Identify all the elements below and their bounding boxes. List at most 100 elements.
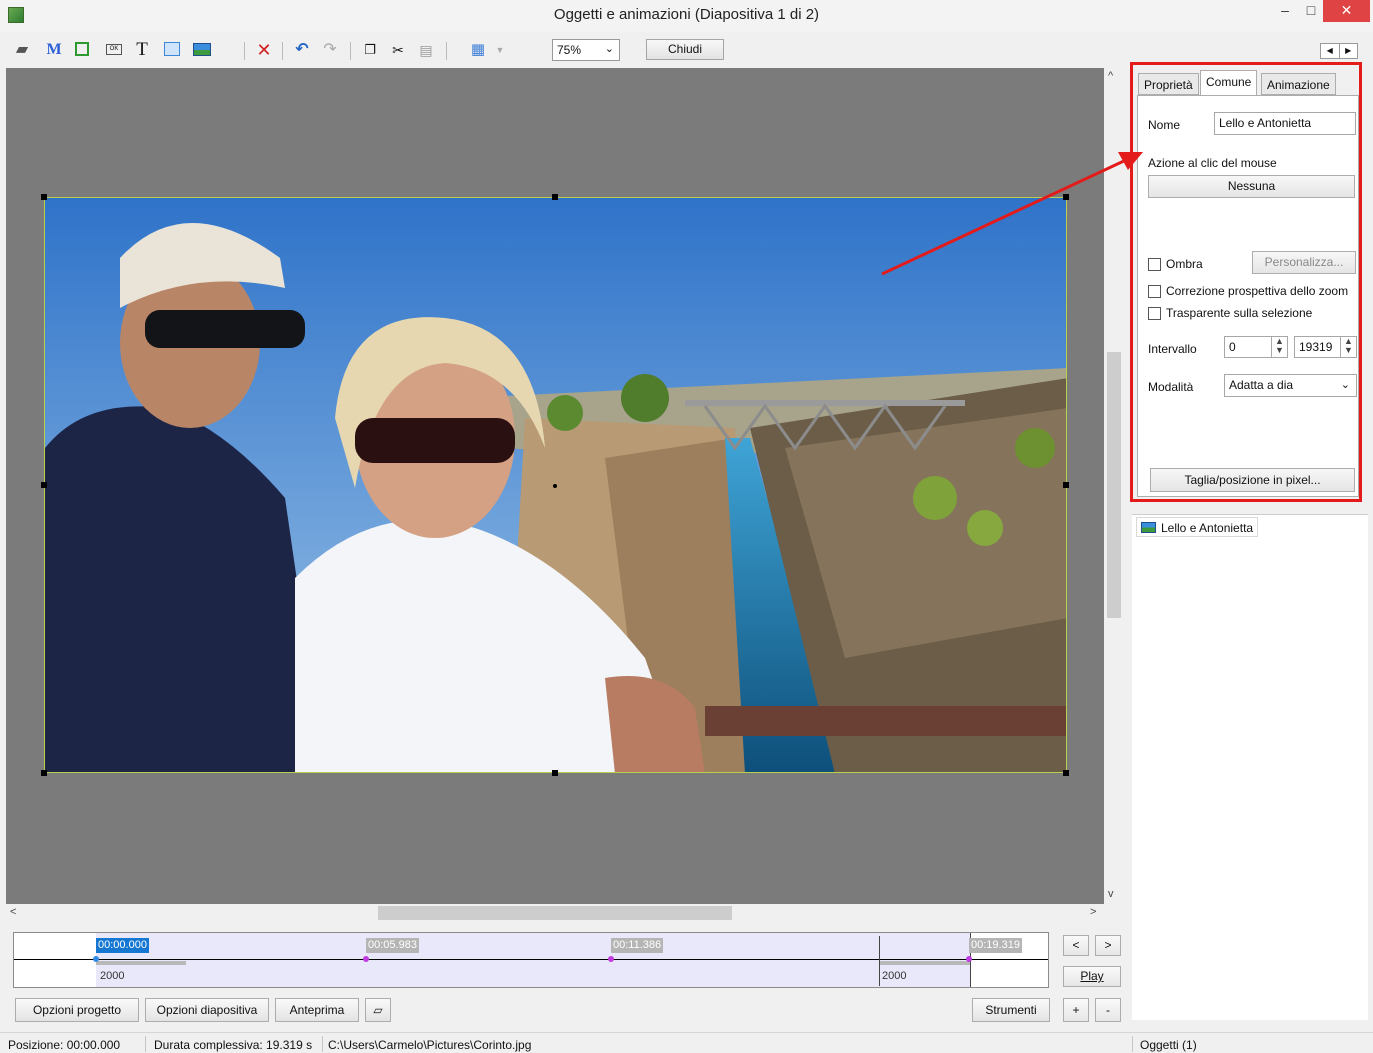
scroll-left-icon[interactable]: < xyxy=(10,906,16,918)
keyframe-marker[interactable] xyxy=(966,956,972,962)
mouse-action-label: Azione al clic del mouse xyxy=(1148,156,1277,170)
vertical-scroll-thumb[interactable] xyxy=(1107,352,1121,618)
tab-animazione[interactable]: Animazione xyxy=(1261,73,1336,95)
list-item[interactable]: Lello e Antonietta xyxy=(1136,517,1259,537)
status-bar: Posizione: 00:00.000 Durata complessiva:… xyxy=(0,1032,1373,1053)
current-time-marker[interactable]: 00:00.000 xyxy=(96,938,149,953)
timeline-slide-band xyxy=(96,933,970,987)
transparent-label: Trasparente sulla selezione xyxy=(1166,306,1313,320)
add-keyframe-button[interactable]: + xyxy=(1063,998,1089,1022)
text-icon[interactable]: T xyxy=(132,40,152,60)
scroll-down-icon[interactable]: v xyxy=(1108,888,1114,900)
title-bar: Oggetti e animazioni (Diapositiva 1 di 2… xyxy=(0,0,1373,32)
close-button[interactable]: Chiudi xyxy=(646,39,724,60)
keyframe-time[interactable]: 00:11.386 xyxy=(611,938,664,953)
zoom-perspective-checkbox[interactable] xyxy=(1148,285,1161,298)
tab-comune[interactable]: Comune xyxy=(1200,70,1258,96)
tools-button[interactable]: Strumenti xyxy=(972,998,1050,1022)
camera-icon[interactable]: ▰ xyxy=(12,40,32,60)
play-button[interactable]: Play xyxy=(1063,966,1121,987)
resize-handle-bottom[interactable] xyxy=(552,770,558,776)
resize-handle-top-left[interactable] xyxy=(41,194,47,200)
status-position: Posizione: 00:00.000 xyxy=(8,1038,121,1052)
properties-panel: Proprietà Comune Animazione Nome Lello e… xyxy=(1130,62,1362,502)
transparent-checkbox[interactable] xyxy=(1148,307,1161,320)
scroll-right-icon[interactable]: > xyxy=(1090,906,1096,918)
scroll-up-icon[interactable]: ^ xyxy=(1108,70,1113,82)
project-options-button[interactable]: Opzioni progetto xyxy=(15,998,139,1022)
cut-icon[interactable]: ✂ xyxy=(388,40,408,60)
resize-handle-top[interactable] xyxy=(552,194,558,200)
interval-label: Intervallo xyxy=(1148,342,1197,356)
delete-icon[interactable]: ✕ xyxy=(254,40,274,60)
frame-icon[interactable] xyxy=(72,40,92,60)
image-icon[interactable] xyxy=(192,40,212,60)
horizontal-scroll-thumb[interactable] xyxy=(378,906,732,920)
vertical-scrollbar[interactable]: ^ v xyxy=(1104,68,1122,904)
shadow-checkbox[interactable] xyxy=(1148,258,1161,271)
copy-icon[interactable]: ❐ xyxy=(360,40,380,60)
interval-start-input[interactable]: 0 ▲ ▼ xyxy=(1224,336,1288,358)
window-title: Oggetti e animazioni (Diapositiva 1 di 2… xyxy=(553,6,820,23)
undo-icon[interactable]: ↶ xyxy=(292,40,312,60)
horizontal-scrollbar[interactable]: < > xyxy=(6,904,1104,922)
close-window-button[interactable]: ✕ xyxy=(1323,0,1370,22)
keyframe-time[interactable]: 00:19.319 xyxy=(969,938,1022,953)
zoom-value: 75% xyxy=(557,43,582,57)
paste-icon[interactable]: ▤ xyxy=(416,40,436,60)
object-item-label: Lello e Antonietta xyxy=(1161,521,1254,535)
maximize-button[interactable]: □ xyxy=(1300,0,1322,22)
status-objects-count: Oggetti (1) xyxy=(1140,1038,1197,1052)
rectangle-icon[interactable] xyxy=(162,40,182,60)
arrow-right-icon[interactable]: ▶ xyxy=(1338,44,1358,58)
mode-select[interactable]: Adatta a dia ⌄ xyxy=(1224,374,1357,397)
interval-end-input[interactable]: 19319 ▲ ▼ xyxy=(1294,336,1357,358)
arrow-left-icon[interactable]: ◀ xyxy=(1321,44,1339,58)
transition-in-bar xyxy=(96,961,186,965)
resize-handle-bottom-left[interactable] xyxy=(41,770,47,776)
transition-out-bar xyxy=(880,961,970,965)
grid-icon[interactable]: ▦ xyxy=(468,40,488,60)
mask-icon[interactable]: M xyxy=(44,40,64,60)
interval-start-spinner[interactable]: ▲ ▼ xyxy=(1271,337,1287,357)
keyframe-time[interactable]: 00:05.983 xyxy=(366,938,419,953)
resize-handle-top-right[interactable] xyxy=(1063,194,1069,200)
tab-content: Nome Lello e Antonietta Azione al clic d… xyxy=(1137,95,1359,497)
next-slide-button[interactable]: > xyxy=(1095,935,1121,956)
interval-end-value: 19319 xyxy=(1299,340,1333,354)
transition-end-value: 2000 xyxy=(882,970,907,982)
preview-button[interactable]: Anteprima xyxy=(275,998,359,1022)
shadow-label: Ombra xyxy=(1166,257,1203,271)
interval-end-spinner[interactable]: ▲ ▼ xyxy=(1340,337,1356,357)
zoom-select[interactable]: 75% ⌄ xyxy=(552,39,620,61)
panel-navigation[interactable]: ◀ ▶ xyxy=(1320,43,1358,59)
objects-list: Lello e Antonietta xyxy=(1132,514,1368,1020)
chevron-down-icon: ⌄ xyxy=(604,43,614,55)
remove-keyframe-button[interactable]: - xyxy=(1095,998,1121,1022)
interval-start-value: 0 xyxy=(1229,340,1236,354)
chevron-down-icon: ⌄ xyxy=(1340,379,1350,391)
slide-options-button[interactable]: Opzioni diapositiva xyxy=(145,998,269,1022)
prev-slide-button[interactable]: < xyxy=(1063,935,1089,956)
keyframe-marker[interactable] xyxy=(608,956,614,962)
keyframe-marker[interactable] xyxy=(93,956,99,962)
crop-position-button[interactable]: Taglia/posizione in pixel... xyxy=(1150,468,1355,492)
image-icon xyxy=(1141,522,1156,533)
grid-dropdown-icon[interactable]: ▼ xyxy=(490,40,510,60)
zoom-perspective-label: Correzione prospettiva dello zoom xyxy=(1166,284,1349,298)
button-icon[interactable]: OK xyxy=(104,40,124,60)
name-input[interactable]: Lello e Antonietta xyxy=(1214,112,1356,135)
mode-value: Adatta a dia xyxy=(1229,378,1294,392)
resize-handle-left[interactable] xyxy=(41,482,47,488)
customize-button[interactable]: Personalizza... xyxy=(1252,251,1356,274)
resize-handle-right[interactable] xyxy=(1063,482,1069,488)
redo-icon[interactable]: ↷ xyxy=(320,40,340,60)
minimize-button[interactable]: – xyxy=(1270,0,1300,22)
resize-handle-bottom-right[interactable] xyxy=(1063,770,1069,776)
tab-proprieta[interactable]: Proprietà xyxy=(1138,73,1199,95)
screen-icon[interactable]: ▱ xyxy=(365,998,391,1022)
center-handle[interactable] xyxy=(553,484,557,488)
timeline[interactable]: 00:00.000 00:05.983 00:11.386 00:19.319 … xyxy=(13,932,1049,988)
mouse-action-button[interactable]: Nessuna xyxy=(1148,175,1355,198)
keyframe-marker[interactable] xyxy=(363,956,369,962)
